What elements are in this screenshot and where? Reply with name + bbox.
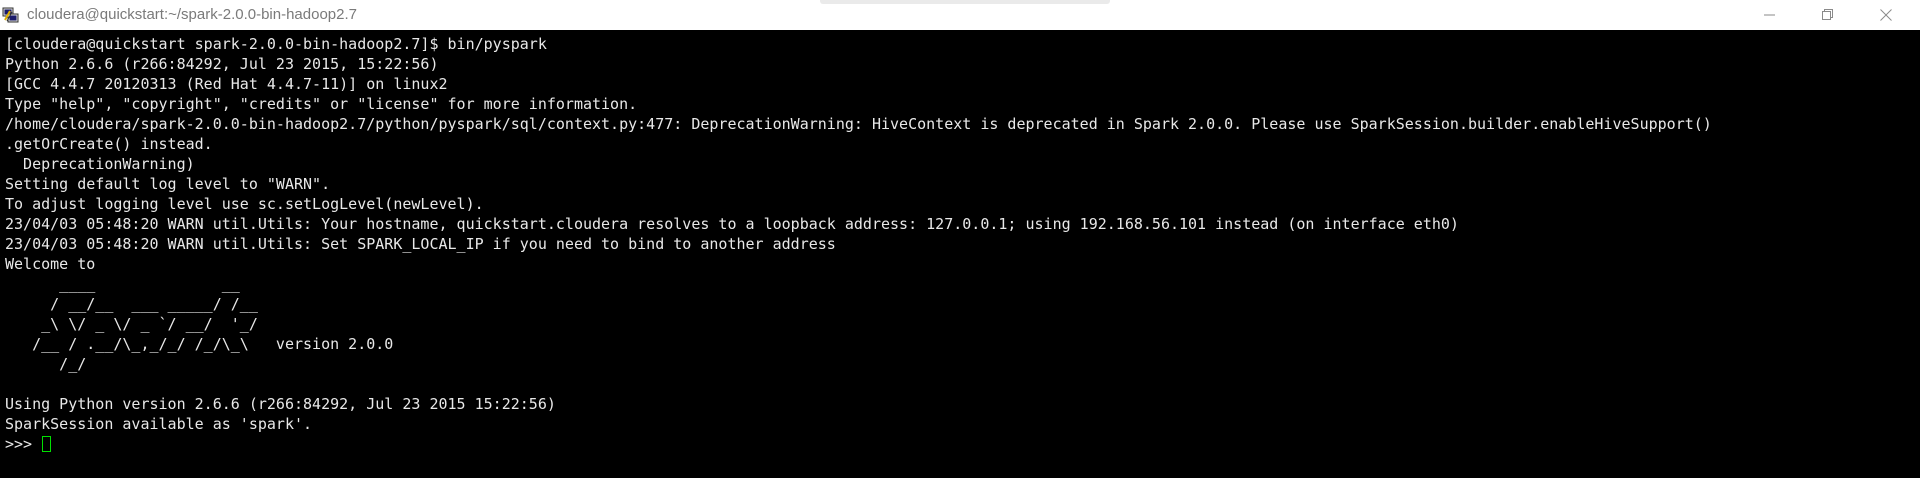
putty-terminal-icon[interactable]: [2, 6, 20, 24]
restore-button[interactable]: [1799, 0, 1857, 30]
terminal-line: Using Python version 2.6.6 (r266:84292, …: [5, 395, 556, 413]
title-bar-grip: [820, 0, 1110, 4]
terminal-window: cloudera@quickstart:~/spark-2.0.0-bin-ha…: [0, 0, 1920, 478]
restore-icon: [1822, 9, 1834, 21]
spark-logo-line: ____ __: [5, 275, 240, 293]
title-bar[interactable]: cloudera@quickstart:~/spark-2.0.0-bin-ha…: [0, 0, 1920, 30]
terminal-line: Welcome to: [5, 255, 96, 273]
minimize-icon: [1764, 9, 1776, 21]
terminal-line: [GCC 4.4.7 20120313 (Red Hat 4.4.7-11)] …: [5, 75, 448, 93]
terminal-output[interactable]: [cloudera@quickstart spark-2.0.0-bin-had…: [0, 30, 1920, 478]
spark-logo-line: /_/: [5, 355, 87, 373]
close-button[interactable]: [1857, 0, 1915, 30]
text-cursor[interactable]: [42, 436, 52, 452]
terminal-line: 23/04/03 05:48:20 WARN util.Utils: Your …: [5, 215, 1459, 233]
terminal-line: 23/04/03 05:48:20 WARN util.Utils: Set S…: [5, 235, 836, 253]
terminal-line: .getOrCreate() instead.: [5, 135, 213, 153]
spark-logo-line: _\ \/ _ \/ _ `/ __/ '_/: [5, 315, 258, 333]
terminal-line: Setting default log level to "WARN".: [5, 175, 331, 193]
terminal-line: /home/cloudera/spark-2.0.0-bin-hadoop2.7…: [5, 115, 1712, 133]
terminal-line: Python 2.6.6 (r266:84292, Jul 23 2015, 1…: [5, 55, 439, 73]
terminal-line: DeprecationWarning): [5, 155, 195, 173]
prompt-text: >>>: [5, 435, 42, 453]
spark-logo-line: /__ / .__/\_,_/_/ /_/\_\ version 2.0.0: [5, 335, 394, 353]
window-title: cloudera@quickstart:~/spark-2.0.0-bin-ha…: [27, 6, 357, 23]
terminal-line: Type "help", "copyright", "credits" or "…: [5, 95, 638, 113]
python-prompt[interactable]: >>>: [5, 434, 1920, 454]
terminal-line: SparkSession available as 'spark'.: [5, 415, 313, 433]
close-icon: [1880, 9, 1892, 21]
terminal-line: To adjust logging level use sc.setLogLev…: [5, 195, 484, 213]
terminal-line: [cloudera@quickstart spark-2.0.0-bin-had…: [5, 35, 547, 53]
spark-logo-line: / __/__ ___ _____/ /__: [5, 295, 258, 313]
minimize-button[interactable]: [1741, 0, 1799, 30]
